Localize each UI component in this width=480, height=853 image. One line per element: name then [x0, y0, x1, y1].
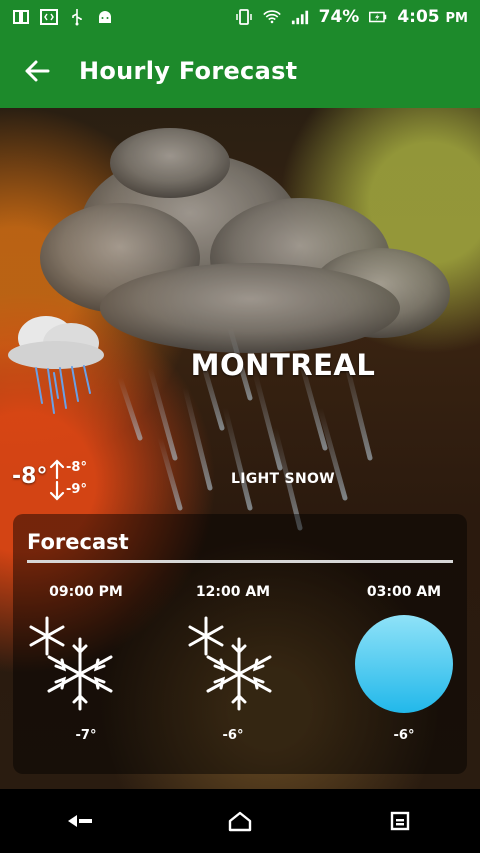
back-nav-icon: [68, 815, 92, 827]
status-bar: 74% 4:05 PM: [0, 0, 480, 33]
forecast-time: 12:00 AM: [195, 584, 271, 600]
code-icon: [40, 8, 58, 26]
forecast-hour-3[interactable]: 03:00 AM -6°: [329, 574, 479, 743]
signal-icon: [291, 8, 309, 26]
usb-icon: [68, 8, 86, 26]
home-nav-icon: [228, 811, 252, 832]
back-button[interactable]: [12, 46, 62, 96]
back-arrow-icon: [25, 60, 50, 81]
android-icon: [96, 8, 114, 26]
blue-circle-icon: [329, 614, 479, 714]
city-name: MONTREAL: [0, 348, 480, 382]
weather-hero: MONTREAL -8° -8° -9° LIGHT SNOW: [0, 108, 480, 531]
snowflake-icon: [158, 614, 308, 714]
temp-range: -8° -9°: [46, 458, 94, 502]
weather-content: MONTREAL -8° -8° -9° LIGHT SNOW Forecast…: [0, 108, 480, 789]
clock-time: 4:05: [397, 6, 440, 27]
forecast-time: 09:00 PM: [49, 584, 123, 600]
status-bar-left: [12, 8, 114, 26]
clock: 4:05 PM: [397, 7, 468, 27]
battery-icon: [369, 8, 387, 26]
recents-nav-icon: [390, 811, 410, 831]
navigation-bar: [0, 789, 480, 853]
forecast-temp: -6°: [222, 728, 244, 743]
wifi-icon: [262, 8, 281, 26]
vibrate-icon: [235, 8, 253, 26]
forecast-divider: [27, 560, 453, 563]
current-temp: -8°: [12, 464, 48, 489]
recents-nav-button[interactable]: [370, 801, 430, 841]
low-temp: -9°: [66, 482, 87, 497]
weather-condition: LIGHT SNOW: [231, 471, 335, 487]
app-bar: Hourly Forecast: [0, 33, 480, 108]
home-nav-button[interactable]: [210, 801, 270, 841]
clock-suffix: PM: [445, 10, 468, 26]
city-name-text: MONTREAL: [190, 348, 376, 382]
snowflake-icon: [11, 614, 161, 714]
forecast-hour-1[interactable]: 09:00 PM -7°: [11, 574, 161, 743]
high-temp: -8°: [66, 460, 87, 475]
forecast-hour-2[interactable]: 12:00 AM -6°: [158, 574, 308, 743]
forecast-title: Forecast: [27, 530, 129, 554]
forecast-temp: -6°: [393, 728, 415, 743]
status-bar-right: 74% 4:05 PM: [235, 7, 468, 27]
battery-percent: 74%: [318, 6, 360, 27]
page-title: Hourly Forecast: [79, 56, 298, 85]
forecast-time: 03:00 AM: [366, 584, 442, 600]
high-low-arrows-icon: [49, 459, 65, 501]
back-nav-button[interactable]: [50, 801, 110, 841]
forecast-card: Forecast 09:00 PM -7° 12:00 AM -6° 03:00…: [13, 514, 467, 774]
forecast-temp: -7°: [75, 728, 97, 743]
screen-icon: [12, 8, 30, 26]
